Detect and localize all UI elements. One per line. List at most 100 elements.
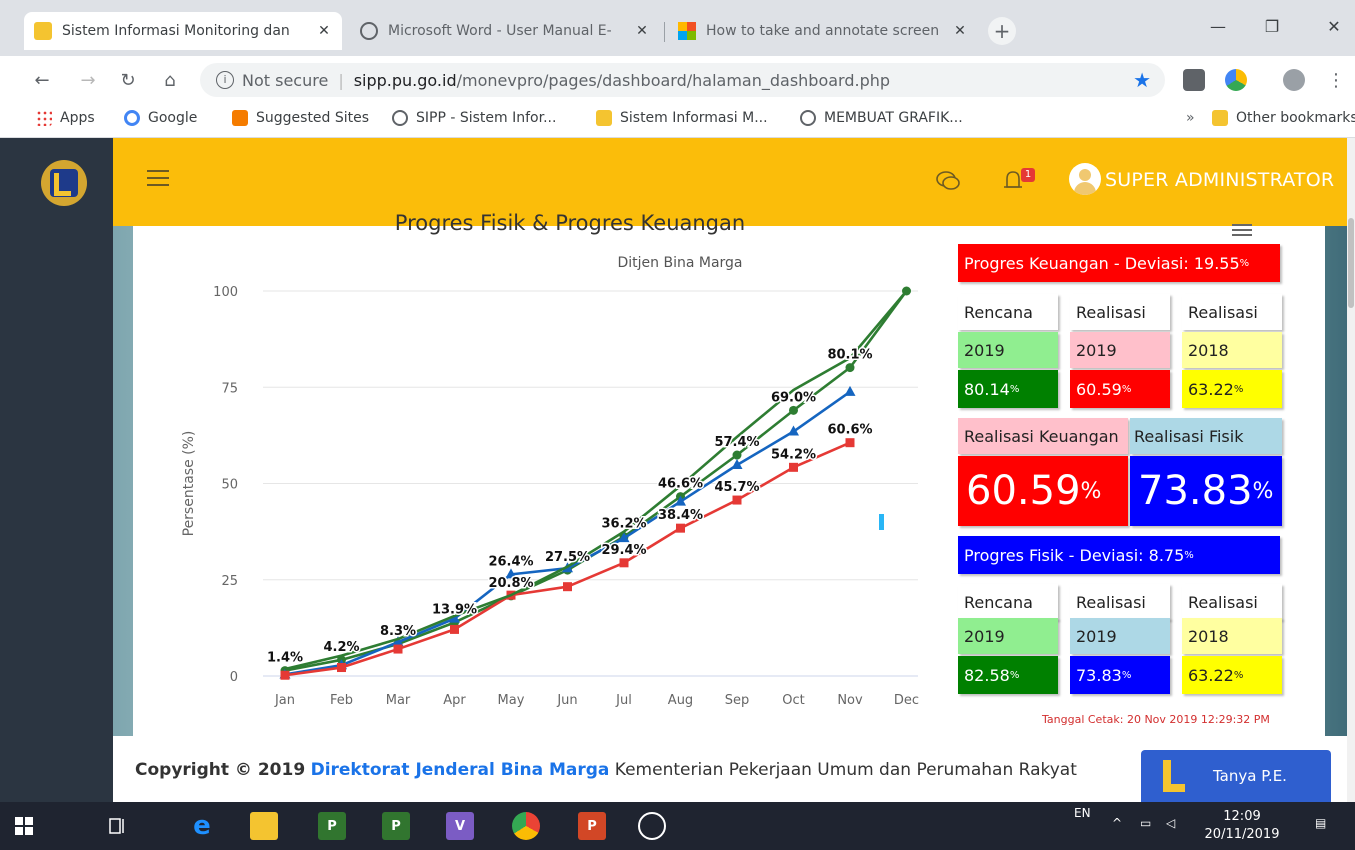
x-tick-label: Nov [837, 693, 863, 708]
close-tab-icon[interactable]: ✕ [952, 23, 968, 39]
fisik-header: Progres Fisik - Deviasi: 8.75% [958, 536, 1280, 574]
series-line [284, 290, 908, 672]
input-language[interactable]: EN [1074, 806, 1091, 820]
chrome-icon[interactable] [512, 812, 540, 840]
keuangan-header-text: Progres Keuangan - Deviasi: 19.55 [964, 253, 1240, 273]
publisher-icon[interactable]: P [382, 812, 410, 840]
pupr-logo-icon[interactable] [41, 160, 87, 206]
keuangan-rencana-year: 2019 [958, 332, 1058, 368]
chart-title: Progres Fisik & Progres Keuangan [394, 211, 746, 235]
fisik-realisasi-label: Realisasi [1070, 584, 1170, 620]
hamburger-menu-icon[interactable] [147, 170, 169, 186]
data-label: 46.6% [658, 477, 703, 492]
notifications-icon[interactable]: ▤ [1315, 816, 1326, 830]
chart-subtitle: Ditjen Bina Marga [617, 255, 743, 271]
chrome-menu-icon[interactable]: ⋮ [1324, 68, 1348, 92]
sidebar [0, 138, 113, 802]
footer: Copyright © 2019 Direktorat Jenderal Bin… [113, 736, 1347, 802]
bookmark-sipp[interactable]: SIPP - Sistem Infor... [392, 110, 556, 126]
fisik-realisasi-year: 2019 [1070, 618, 1170, 654]
bookmark-label: MEMBUAT GRAFIK... [824, 110, 963, 126]
chrome-extension-icon[interactable] [1225, 69, 1247, 91]
keuangan-realisasi-label: Realisasi [1070, 294, 1170, 330]
project-icon[interactable]: P [318, 812, 346, 840]
chat-icon[interactable] [933, 168, 963, 194]
org-link[interactable]: Direktorat Jenderal Bina Marga [311, 760, 610, 780]
chart-menu-icon[interactable] [1232, 224, 1252, 236]
bookmark-google[interactable]: Google [124, 110, 197, 126]
bookmarks-overflow[interactable]: » [1186, 110, 1195, 126]
close-tab-icon[interactable]: ✕ [316, 23, 332, 39]
reload-icon[interactable]: ↻ [116, 68, 140, 92]
bookmark-label: Suggested Sites [256, 110, 370, 126]
series-point [337, 663, 346, 673]
bookmark-membuat-grafik[interactable]: MEMBUAT GRAFIK... [800, 110, 963, 126]
edge-icon[interactable]: e [188, 811, 216, 841]
percent-sign: % [1121, 383, 1132, 395]
new-tab-button[interactable]: + [988, 17, 1016, 45]
series-point [732, 450, 742, 460]
y-tick-label: 25 [221, 574, 238, 589]
close-tab-icon[interactable]: ✕ [634, 23, 650, 39]
tab-title: Sistem Informasi Monitoring dan [62, 23, 290, 39]
file-explorer-icon[interactable] [250, 812, 278, 840]
keuangan-realisasi-value: 60.59% [1070, 370, 1170, 408]
page-scrollbar[interactable] [1347, 138, 1355, 802]
system-clock[interactable]: 12:09 20/11/2019 [1202, 808, 1282, 844]
close-window-icon[interactable]: ✕ [1314, 14, 1354, 38]
clock-time: 12:09 [1223, 809, 1261, 824]
url-host: sipp.pu.go.id [353, 70, 457, 90]
volume-icon[interactable]: ◁ [1166, 816, 1175, 830]
profile-avatar-icon[interactable] [1283, 69, 1305, 91]
percent-sign: % [1233, 383, 1244, 395]
restore-icon[interactable]: ❐ [1252, 14, 1292, 38]
task-view-icon[interactable] [104, 812, 132, 840]
tray-chevron-icon[interactable]: ^ [1112, 816, 1122, 830]
globe-icon [392, 110, 408, 126]
pupr-favicon-icon [34, 22, 52, 40]
data-label: 26.4% [488, 554, 533, 569]
url-path: /monevpro/pages/dashboard/halaman_dashbo… [456, 70, 891, 90]
value-text: 82.58 [964, 665, 1010, 685]
tab-sistem-informasi[interactable]: Sistem Informasi Monitoring dan ✕ [24, 12, 342, 50]
back-icon[interactable]: ← [30, 68, 54, 92]
minimize-icon[interactable]: — [1198, 14, 1238, 38]
bookmark-apps[interactable]: Apps [36, 110, 95, 126]
user-name[interactable]: SUPER ADMINISTRATOR [1105, 169, 1334, 191]
battery-icon[interactable]: ▭ [1140, 816, 1151, 830]
bookmark-other[interactable]: Other bookmarks [1212, 110, 1355, 126]
bookmark-star-icon[interactable]: ★ [1133, 68, 1151, 92]
bookmark-suggested-sites[interactable]: Suggested Sites [232, 110, 369, 126]
info-icon[interactable]: i [216, 71, 234, 89]
task-view-glyph-icon [109, 818, 124, 834]
bookmark-label: Sistem Informasi M... [620, 110, 768, 126]
visio-icon[interactable]: V [446, 812, 474, 840]
bookmark-sistem-informasi[interactable]: Sistem Informasi M... [596, 110, 768, 126]
value-text: 80.14 [964, 379, 1010, 399]
x-tick-label: Aug [668, 693, 693, 708]
y-axis-label: Persentase (%) [181, 431, 197, 537]
tab-annotate-screenshot[interactable]: How to take and annotate screen ✕ [668, 12, 978, 50]
series-point [845, 438, 855, 448]
tab-title: Microsoft Word - User Manual E- [388, 23, 612, 39]
app-icon[interactable] [638, 812, 666, 840]
extension-icon[interactable] [1183, 69, 1205, 91]
browser-tab-bar: Sistem Informasi Monitoring dan ✕ Micros… [0, 0, 1355, 62]
y-tick-label: 50 [221, 478, 238, 493]
globe-icon [360, 22, 378, 40]
fisik-rencana-value: 82.58% [958, 656, 1058, 694]
powerpoint-icon[interactable]: P [578, 812, 606, 840]
x-tick-label: May [498, 693, 525, 708]
tanya-pe-button[interactable]: Tanya P.E. [1141, 750, 1331, 802]
keuangan-prev-year: 2018 [1182, 332, 1282, 368]
windows-start-icon[interactable] [10, 812, 38, 840]
home-icon[interactable]: ⌂ [158, 68, 182, 92]
tab-microsoft-word[interactable]: Microsoft Word - User Manual E- ✕ [350, 12, 660, 50]
address-bar[interactable]: i Not secure | sipp.pu.go.id /monevpro/p… [200, 63, 1165, 97]
data-label: 8.3% [380, 624, 416, 639]
scrollbar-thumb[interactable] [1348, 218, 1354, 308]
user-avatar[interactable] [1069, 163, 1101, 195]
pupr-logo-icon [1159, 758, 1199, 794]
forward-icon[interactable]: → [76, 68, 100, 92]
folder-icon [1212, 110, 1228, 126]
